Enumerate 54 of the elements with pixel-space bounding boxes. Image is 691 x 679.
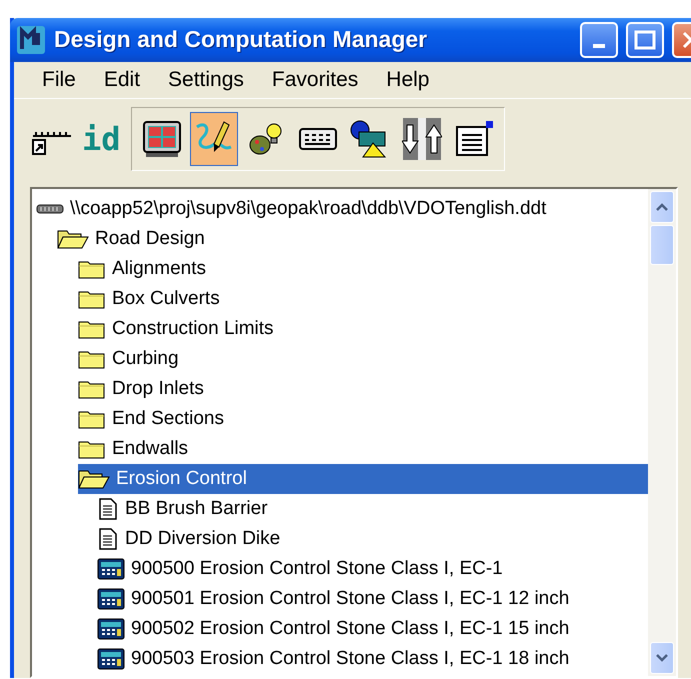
menu-item[interactable]: Settings [154, 66, 258, 94]
open-folder-icon [57, 228, 89, 249]
folder-icon [78, 438, 106, 459]
scroll-down-button[interactable] [650, 642, 674, 674]
up-down-arrows-icon [402, 116, 442, 161]
tree-item[interactable]: 900503 Erosion Control Stone Class I, EC-1 18 inch [97, 644, 648, 674]
menu-item[interactable]: Help [372, 66, 444, 94]
tree-item[interactable]: Drop Inlets [78, 374, 648, 404]
maximize-icon [634, 30, 656, 50]
tree-item[interactable]: End Sections [78, 404, 648, 434]
palette-bulb-icon [248, 120, 284, 157]
menu-item[interactable]: File [28, 66, 90, 94]
app-icon [16, 24, 46, 55]
keypad-icon [97, 588, 125, 610]
document-icon [97, 498, 119, 520]
grid-screen-icon [142, 118, 182, 159]
drive-icon [36, 204, 64, 214]
scroll-up-button[interactable] [650, 190, 674, 223]
tree-item[interactable]: 900502 Erosion Control Stone Class I, EC-1 15 inch [97, 614, 648, 644]
tree-item[interactable]: 900500 Erosion Control Stone Class I, EC-1 [97, 554, 648, 584]
folder-icon [78, 318, 106, 339]
tree-item[interactable]: BB Brush Barrier [97, 494, 648, 524]
tree-item[interactable]: Curbing [78, 344, 648, 374]
document-icon [97, 528, 119, 550]
menu-item[interactable]: Favorites [258, 66, 372, 94]
minimize-button[interactable] [580, 22, 618, 58]
folder-icon [78, 288, 106, 309]
maximize-button[interactable] [626, 22, 664, 58]
minimize-icon [593, 44, 605, 48]
tree-item[interactable]: Endwalls [78, 434, 648, 464]
scroll-down-icon [655, 653, 669, 663]
tree-item[interactable]: DD Diversion Dike [97, 524, 648, 554]
tree-item[interactable]: Construction Limits [78, 314, 648, 344]
tree-item[interactable]: Box Culverts [78, 284, 648, 314]
folder-icon [78, 408, 106, 429]
tree-item[interactable]: Alignments [78, 254, 648, 284]
folder-icon [78, 258, 106, 279]
clipboard-icon [454, 118, 494, 159]
scroll-up-icon [655, 202, 669, 212]
menu-item[interactable]: Edit [90, 66, 154, 94]
toolbar-button[interactable] [190, 112, 238, 166]
scroll-thumb[interactable] [650, 224, 674, 265]
folder-icon [78, 348, 106, 369]
open-folder-icon [78, 468, 110, 489]
tree-item[interactable]: \\coapp52\proj\supv8i\geopak\road\ddb\VDOTenglish.ddt [36, 194, 648, 224]
window-title: Design and Computation Manager [54, 26, 428, 54]
tree-item[interactable]: Road Design [57, 224, 648, 254]
tree-item[interactable]: Erosion Control [78, 464, 648, 494]
tree-item[interactable]: 900501 Erosion Control Stone Class I, EC-1 12 inch [97, 584, 648, 614]
folder-icon [78, 378, 106, 399]
keyboard-icon [298, 126, 338, 152]
keypad-icon [97, 618, 125, 640]
keypad-icon [97, 558, 125, 580]
keypad-icon [97, 648, 125, 670]
